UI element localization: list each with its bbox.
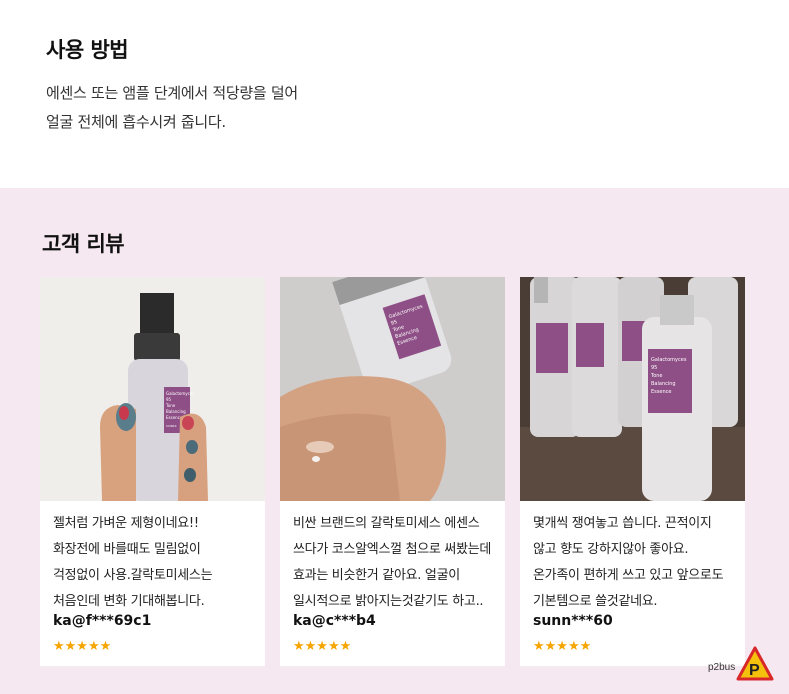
review-text-3: 몇개씩 쟁여놓고 씁니다. 끈적이지 않고 향도 강하지않아 좋아요. 온가족이… bbox=[533, 511, 743, 615]
review-card-1[interactable]: Galactomyces 95 Tone Balancing Essence C… bbox=[40, 277, 265, 666]
review-card-3[interactable]: Galactomyces 95 Tone Balancing Essence 몇… bbox=[520, 277, 745, 666]
svg-text:95: 95 bbox=[651, 365, 657, 371]
watermark-logo: p2bus P bbox=[708, 646, 774, 686]
usage-line-2: 얼굴 전체에 흡수시켜 줍니다. bbox=[46, 113, 226, 131]
review-user-1: ka@f***69c1 bbox=[53, 613, 152, 629]
review-photo-1[interactable]: Galactomyces 95 Tone Balancing Essence C… bbox=[40, 277, 265, 501]
usage-section: 사용 방법 에센스 또는 앰플 단계에서 적당량을 덜어 얼굴 전체에 흡수시켜… bbox=[0, 0, 789, 188]
review-photo-3[interactable]: Galactomyces 95 Tone Balancing Essence bbox=[520, 277, 745, 501]
bottle-label-text: Galactomyces bbox=[166, 391, 194, 396]
review-line: 쓰다가 코스알엑스껄 첨으로 써봤는데 bbox=[293, 542, 492, 557]
star-rating-2: ★★★★★ bbox=[293, 639, 352, 654]
review-line: 젤처럼 가벼운 제형이네요!! bbox=[53, 516, 199, 531]
svg-text:COSRX: COSRX bbox=[166, 424, 177, 428]
review-line: 화장전에 바를때도 밀림없이 bbox=[53, 542, 201, 557]
svg-text:Tone: Tone bbox=[650, 373, 663, 379]
svg-text:Galactomyces: Galactomyces bbox=[651, 357, 687, 363]
svg-text:95: 95 bbox=[166, 397, 172, 402]
review-line: 비싼 브랜드의 갈락토미세스 에센스 bbox=[293, 516, 480, 531]
review-line: 기본템으로 쓸것같네요. bbox=[533, 594, 658, 609]
review-line: 몇개씩 쟁여놓고 씁니다. 끈적이지 bbox=[533, 516, 712, 531]
review-line: 않고 향도 강하지않아 좋아요. bbox=[533, 542, 689, 557]
svg-text:Essence: Essence bbox=[651, 389, 671, 395]
review-user-2: ka@c***b4 bbox=[293, 613, 376, 629]
svg-text:P: P bbox=[749, 662, 760, 679]
review-line: 일시적으로 밝아지는것같기도 하고.. bbox=[293, 594, 484, 609]
reviews-title: 고객 리뷰 bbox=[42, 232, 125, 256]
review-text-2: 비싼 브랜드의 갈락토미세스 에센스 쓰다가 코스알엑스껄 첨으로 써봤는데 효… bbox=[293, 511, 503, 615]
watermark-text: p2bus bbox=[708, 662, 736, 673]
warning-triangle-icon: P bbox=[736, 646, 774, 681]
reviews-section: 고객 리뷰 Galactomyces 95 Tone Balancing Ess… bbox=[0, 188, 789, 694]
review-line: 효과는 비슷한거 같아요. 얼굴이 bbox=[293, 568, 460, 583]
review-line: 온가족이 편하게 쓰고 있고 앞으로도 bbox=[533, 568, 724, 583]
review-line: 걱정없이 사용.갈락토미세스는 bbox=[53, 568, 213, 583]
svg-text:Tone: Tone bbox=[165, 403, 176, 408]
review-line: 처음인데 변화 기대해봅니다. bbox=[53, 594, 205, 609]
usage-title: 사용 방법 bbox=[46, 38, 129, 62]
svg-text:Balancing: Balancing bbox=[651, 381, 676, 387]
star-rating-3: ★★★★★ bbox=[533, 639, 592, 654]
review-text-1: 젤처럼 가벼운 제형이네요!! 화장전에 바를때도 밀림없이 걱정없이 사용.갈… bbox=[53, 511, 263, 615]
star-rating-1: ★★★★★ bbox=[53, 639, 112, 654]
usage-line-1: 에센스 또는 앰플 단계에서 적당량을 덜어 bbox=[46, 84, 298, 102]
review-photo-2[interactable]: Galactomyces 95 Tone Balancing Essence bbox=[280, 277, 505, 501]
review-user-3: sunn***60 bbox=[533, 613, 613, 629]
svg-text:Balancing: Balancing bbox=[166, 409, 186, 414]
review-card-2[interactable]: Galactomyces 95 Tone Balancing Essence 비… bbox=[280, 277, 505, 666]
